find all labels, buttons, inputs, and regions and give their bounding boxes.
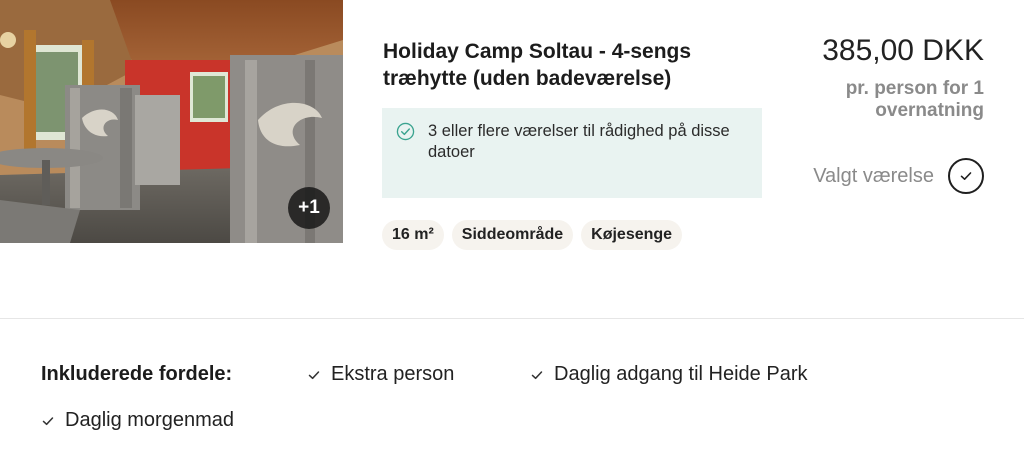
- more-photos-badge[interactable]: +1: [288, 187, 330, 229]
- benefit-item: Daglig morgenmad: [41, 409, 234, 432]
- included-benefits: Inkluderede fordele: Ekstra person Dagli…: [0, 319, 1024, 465]
- select-room-button[interactable]: Valgt værelse: [813, 158, 984, 194]
- price: 385,00 DKK: [822, 34, 984, 67]
- checkmark-icon: [308, 370, 320, 379]
- room-card: +1 Holiday Camp Soltau - 4-sengs træhytt…: [0, 0, 1024, 318]
- availability-banner: 3 eller flere værelser til rådighed på d…: [382, 108, 762, 198]
- feature-chip-bunk-beds: Køjesenge: [581, 220, 683, 250]
- benefit-label: Ekstra person: [331, 363, 455, 385]
- check-circle-icon[interactable]: [948, 158, 984, 194]
- availability-text: 3 eller flere værelser til rådighed på d…: [428, 122, 730, 161]
- feature-chips: 16 m² Siddeområde Køjesenge: [382, 220, 683, 250]
- check-circle-icon: [396, 122, 415, 141]
- benefit-label: Daglig adgang til Heide Park: [554, 363, 808, 385]
- select-room-label[interactable]: Valgt værelse: [813, 165, 934, 188]
- benefit-item: Daglig adgang til Heide Park: [530, 363, 808, 386]
- feature-chip-seating: Siddeområde: [451, 220, 574, 250]
- checkmark-icon: [960, 172, 972, 180]
- price-note: pr. person for 1 overnatning: [845, 78, 984, 121]
- benefit-item: Ekstra person: [307, 363, 454, 386]
- feature-chip-size: 16 m²: [382, 220, 444, 250]
- room-photo[interactable]: +1: [0, 0, 343, 243]
- checkmark-icon: [42, 416, 54, 425]
- checkmark-icon: [531, 370, 543, 379]
- room-title: Holiday Camp Soltau - 4-sengs træhytte (…: [383, 40, 692, 90]
- benefit-label: Daglig morgenmad: [65, 409, 234, 431]
- benefits-heading: Inkluderede fordele:: [41, 363, 233, 385]
